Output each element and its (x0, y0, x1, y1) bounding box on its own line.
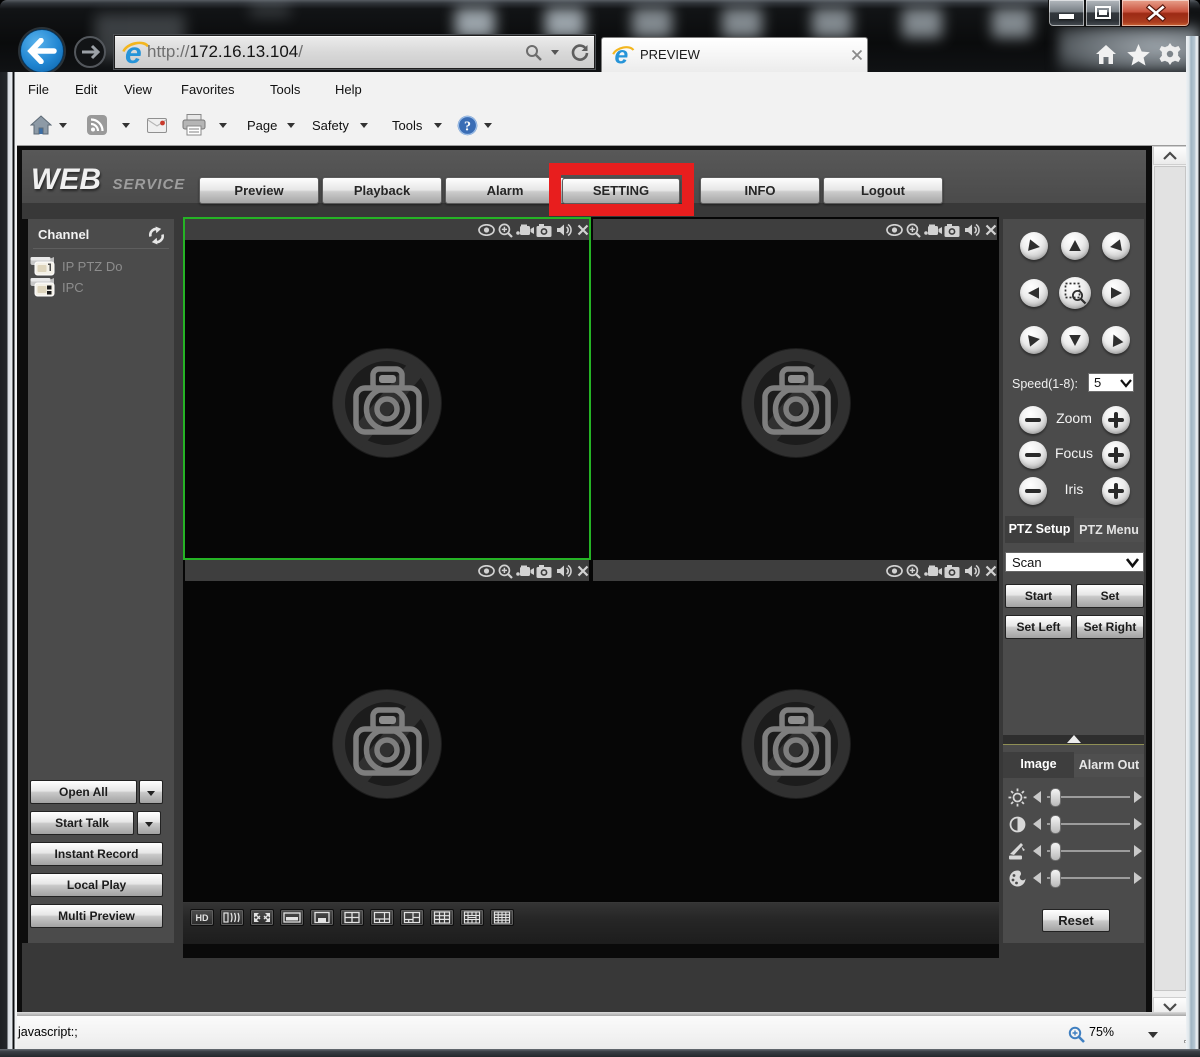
svg-text:HD: HD (196, 913, 209, 923)
svg-text:?: ? (464, 120, 471, 135)
